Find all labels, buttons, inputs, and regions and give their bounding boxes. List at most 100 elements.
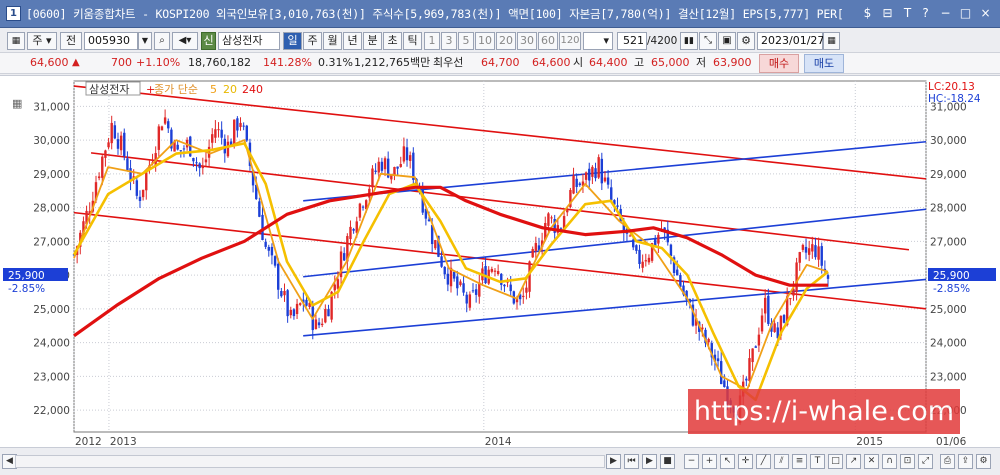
candle-body bbox=[528, 261, 531, 292]
interval-10-button[interactable]: 10 bbox=[475, 32, 495, 50]
save-icon[interactable]: ▣ bbox=[718, 32, 736, 50]
text-icon[interactable]: T bbox=[900, 5, 915, 21]
channel-tool-icon[interactable]: ⫽ bbox=[774, 454, 789, 469]
trendline-tool-icon[interactable]: ╱ bbox=[756, 454, 771, 469]
horizontal-scrollbar[interactable] bbox=[15, 455, 605, 468]
candle-body bbox=[198, 163, 201, 169]
candle-body bbox=[676, 269, 679, 276]
grid-menu-icon[interactable]: ▦ bbox=[7, 32, 25, 50]
candle-body bbox=[606, 177, 610, 185]
candle-body bbox=[496, 271, 500, 274]
interval-3-button[interactable]: 3 bbox=[441, 32, 457, 50]
close-icon[interactable]: × bbox=[978, 5, 993, 21]
arrow-tool-icon[interactable]: ↗ bbox=[846, 454, 861, 469]
text-tool-icon[interactable]: T bbox=[810, 454, 825, 469]
interval-120-button[interactable]: 120 bbox=[559, 32, 581, 50]
magnet-icon[interactable]: ∩ bbox=[882, 454, 897, 469]
maximize-icon[interactable]: □ bbox=[958, 5, 973, 21]
interval-20-button[interactable]: 20 bbox=[496, 32, 516, 50]
stock-code-input[interactable]: 005930 bbox=[84, 32, 138, 50]
next-page-icon[interactable]: ▶ bbox=[642, 454, 657, 469]
market-select[interactable]: 주 ▾ bbox=[27, 32, 57, 50]
period-year-button[interactable]: 년 bbox=[343, 32, 362, 50]
candle-body bbox=[440, 256, 443, 267]
interval-5-button[interactable]: 5 bbox=[458, 32, 474, 50]
candle-body bbox=[358, 203, 362, 218]
title-bar: 1 [0600] 키움종합차트 - KOSPI200 외국인보유[3,010,7… bbox=[0, 0, 1000, 28]
period-second-button[interactable]: 초 bbox=[383, 32, 402, 50]
minimize-icon[interactable]: − bbox=[938, 5, 953, 21]
cursor-icon[interactable]: ↖ bbox=[720, 454, 735, 469]
interval-1-button[interactable]: 1 bbox=[424, 32, 440, 50]
candle-body bbox=[211, 134, 214, 143]
lock-icon[interactable]: ⊡ bbox=[900, 454, 915, 469]
candle-body bbox=[566, 210, 569, 213]
y-tick-label-right: 29,000 bbox=[930, 169, 967, 181]
help-icon[interactable]: ? bbox=[918, 5, 933, 21]
first-page-icon[interactable]: ⏮ bbox=[624, 454, 639, 469]
candle-body bbox=[393, 166, 396, 176]
interval-30-button[interactable]: 30 bbox=[517, 32, 537, 50]
candle-body bbox=[405, 147, 409, 161]
shape-tool-icon[interactable]: □ bbox=[828, 454, 843, 469]
print-icon[interactable]: ⎙ bbox=[940, 454, 955, 469]
candle-body bbox=[452, 271, 456, 279]
draw-icon[interactable]: ⤡ bbox=[699, 32, 717, 50]
speaker-icon[interactable]: ◀▾ bbox=[172, 32, 198, 50]
scroll-right-icon[interactable]: ▶ bbox=[606, 454, 621, 469]
candle-body bbox=[305, 299, 308, 306]
dollar-icon[interactable]: $ bbox=[860, 5, 875, 21]
period-tick-button[interactable]: 틱 bbox=[403, 32, 422, 50]
period-month-button[interactable]: 월 bbox=[323, 32, 342, 50]
candle-body bbox=[465, 294, 468, 304]
period-day-button[interactable]: 일 bbox=[283, 32, 302, 50]
search-icon[interactable]: ⌕ bbox=[154, 32, 170, 50]
candle-body bbox=[245, 125, 248, 141]
candle-body bbox=[641, 261, 644, 268]
zoom-out-icon[interactable]: − bbox=[684, 454, 699, 469]
candle-body bbox=[258, 201, 261, 217]
candle-body bbox=[242, 125, 245, 127]
layout-icon[interactable]: ⊟ bbox=[880, 5, 895, 21]
candle-body bbox=[123, 132, 126, 157]
custom-interval-select[interactable]: ▾ bbox=[583, 32, 613, 50]
candle-body bbox=[446, 273, 450, 285]
delete-tool-icon[interactable]: ✕ bbox=[864, 454, 879, 469]
period-week-button[interactable]: 주 bbox=[303, 32, 322, 50]
candle-body bbox=[635, 245, 638, 251]
candle-body bbox=[374, 170, 377, 172]
chart-menu-icon[interactable]: ▦ bbox=[12, 97, 22, 110]
calendar-icon[interactable]: ▦ bbox=[823, 32, 840, 50]
export-icon[interactable]: ⇪ bbox=[958, 454, 973, 469]
right-current-change: -2.85% bbox=[933, 283, 970, 295]
sell-button[interactable]: 매도 bbox=[804, 54, 844, 73]
zoom-in-icon[interactable]: + bbox=[702, 454, 717, 469]
settings-icon[interactable]: ⚙ bbox=[737, 32, 755, 50]
fit-icon[interactable]: ⤢ bbox=[918, 454, 933, 469]
candle-body bbox=[167, 121, 170, 129]
legend-ma-prefix: 종가 단순 bbox=[154, 83, 198, 96]
interval-60-button[interactable]: 60 bbox=[538, 32, 558, 50]
period-minute-button[interactable]: 분 bbox=[363, 32, 382, 50]
candle-body bbox=[270, 246, 274, 256]
scope-select[interactable]: 전 bbox=[60, 32, 82, 50]
candle-body bbox=[295, 303, 299, 315]
fib-tool-icon[interactable]: ≡ bbox=[792, 454, 807, 469]
candle-type-icon[interactable]: ▮▮ bbox=[680, 32, 698, 50]
left-current-change: -2.85% bbox=[8, 283, 45, 295]
crosshair-icon[interactable]: ✛ bbox=[738, 454, 753, 469]
config-icon[interactable]: ⚙ bbox=[976, 454, 991, 469]
candle-body bbox=[97, 176, 101, 179]
candle-body bbox=[119, 135, 123, 151]
count-input[interactable]: 521 bbox=[617, 32, 647, 50]
candle-body bbox=[443, 266, 446, 275]
date-input[interactable]: 2023/01/27 bbox=[757, 32, 824, 50]
high-price: 65,000 bbox=[651, 56, 690, 69]
stop-icon[interactable]: ■ bbox=[660, 454, 675, 469]
code-dropdown-icon[interactable]: ▼ bbox=[138, 32, 152, 50]
buy-button[interactable]: 매수 bbox=[759, 54, 799, 73]
candle-body bbox=[163, 117, 167, 124]
candle-body bbox=[226, 141, 230, 157]
y-tick-label-left: 28,000 bbox=[33, 203, 70, 215]
candle-body bbox=[380, 161, 384, 171]
